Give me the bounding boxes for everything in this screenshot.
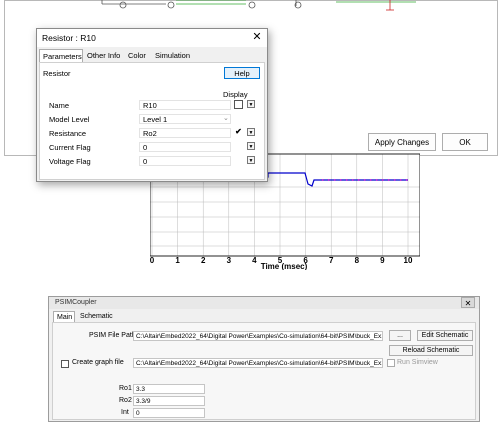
trace-marker: [388, 179, 390, 181]
tab-schematic[interactable]: Schematic: [77, 311, 113, 322]
chevron-down-icon[interactable]: ▼: [247, 142, 255, 150]
resistance-field[interactable]: Ro2: [139, 128, 231, 138]
param-label-model-level: Model Level: [49, 115, 90, 124]
param-label-current-flag: Current Flag: [49, 143, 91, 152]
section-title: Resistor: [43, 69, 71, 78]
psimcoupler-title: PSIMCoupler: [55, 299, 97, 306]
x-tick-label: 7: [329, 256, 334, 265]
x-tick-label: 8: [355, 256, 360, 265]
trace-marker: [352, 179, 354, 181]
tab-parameters[interactable]: Parameters: [39, 49, 83, 62]
param-label-int: Int: [121, 409, 129, 416]
help-button[interactable]: Help: [224, 67, 260, 79]
trace-marker: [406, 179, 408, 181]
trace-marker: [394, 179, 396, 181]
x-tick-label: 2: [201, 256, 206, 265]
create-graph-checkbox[interactable]: [61, 360, 69, 368]
x-tick-label: 10: [404, 256, 413, 265]
x-tick-label: 0: [150, 256, 155, 265]
close-icon[interactable]: ✕: [461, 297, 475, 308]
x-tick-label: 3: [227, 256, 232, 265]
graph-file-path-field[interactable]: C:\Altair\Embed2022_64\Digital Power\Exa…: [133, 358, 383, 368]
trace-marker: [382, 179, 384, 181]
current-flag-field[interactable]: 0: [139, 142, 231, 152]
chevron-down-icon[interactable]: ▼: [247, 128, 255, 136]
trace-marker: [358, 179, 360, 181]
x-tick-label: 1: [175, 256, 180, 265]
ro1-field[interactable]: 3.3: [133, 384, 205, 394]
chevron-down-icon[interactable]: ▼: [247, 100, 255, 108]
scope-x-axis-label: Time (msec): [261, 262, 308, 270]
reload-schematic-button[interactable]: Reload Schematic: [389, 345, 473, 356]
edit-schematic-button[interactable]: Edit Schematic: [417, 330, 473, 341]
voltage-flag-field[interactable]: 0: [139, 156, 231, 166]
tab-main[interactable]: Main: [53, 311, 75, 322]
trace-marker: [328, 179, 330, 181]
param-label-ro2: Ro2: [119, 397, 132, 404]
display-column-label: Display: [223, 90, 248, 99]
create-graph-label: Create graph file: [72, 359, 124, 366]
chevron-down-icon[interactable]: ▼: [247, 156, 255, 164]
psimcoupler-titlebar[interactable]: [49, 297, 479, 309]
x-tick-label: 4: [252, 256, 257, 265]
run-simview-label: Run Simview: [397, 359, 438, 366]
model-level-select[interactable]: Level 1: [139, 114, 231, 124]
trace-marker: [322, 179, 324, 181]
psimcoupler-window: PSIMCoupler ✕ Main Schematic PSIM File P…: [48, 296, 480, 422]
resistor-dialog: Resistor : R10 ✕ Parameters Other Info C…: [36, 28, 268, 182]
trace-marker: [400, 179, 402, 181]
resistance-display-checkbox[interactable]: ✔: [234, 128, 243, 137]
trace-marker: [370, 179, 372, 181]
close-icon[interactable]: ✕: [251, 30, 263, 44]
param-label-resistance: Resistance: [49, 129, 87, 138]
name-display-checkbox[interactable]: [234, 100, 243, 109]
psim-file-path-label: PSIM File Path:: [89, 332, 138, 339]
param-label-name: Name: [49, 101, 70, 110]
trace-marker: [346, 179, 348, 181]
tab-other-info[interactable]: Other Info: [84, 49, 124, 62]
resistor-dialog-title: Resistor : R10: [42, 33, 96, 43]
x-tick-label: 9: [380, 256, 385, 265]
chevron-down-icon[interactable]: ⌄: [223, 114, 229, 122]
int-field[interactable]: 0: [133, 408, 205, 418]
ok-button[interactable]: OK: [442, 133, 488, 151]
trace-marker: [334, 179, 336, 181]
run-simview-checkbox[interactable]: [387, 359, 395, 367]
browse-button[interactable]: ...: [389, 330, 411, 341]
tab-color[interactable]: Color: [125, 49, 151, 62]
trace-marker: [376, 179, 378, 181]
trace-marker: [340, 179, 342, 181]
name-field[interactable]: R10: [139, 100, 231, 110]
param-label-ro1: Ro1: [119, 385, 132, 392]
ro2-field[interactable]: 3.3/9: [133, 396, 205, 406]
param-label-voltage-flag: Voltage Flag: [49, 157, 91, 166]
psim-file-path-field[interactable]: C:\Altair\Embed2022_64\Digital Power\Exa…: [133, 331, 383, 341]
tab-simulation-models[interactable]: Simulation Models: [152, 49, 216, 73]
trace-marker: [364, 179, 366, 181]
